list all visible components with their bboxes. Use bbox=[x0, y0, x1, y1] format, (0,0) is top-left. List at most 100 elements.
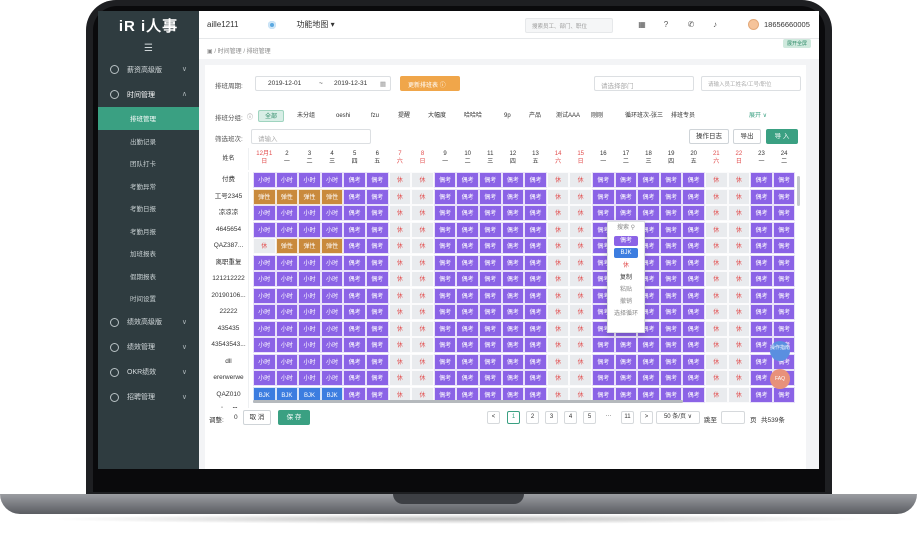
schedule-cell[interactable]: 偶考 bbox=[614, 188, 638, 205]
schedule-cell[interactable]: 休 bbox=[705, 287, 728, 304]
schedule-cell[interactable]: 小时 bbox=[298, 254, 321, 271]
schedule-cell[interactable]: 休 bbox=[411, 172, 434, 188]
schedule-cell[interactable]: 偶考 bbox=[343, 221, 366, 238]
schedule-cell[interactable]: 小时 bbox=[320, 287, 344, 304]
schedule-cell[interactable]: 偶考 bbox=[682, 304, 705, 320]
schedule-cell[interactable]: 偶考 bbox=[456, 172, 479, 188]
schedule-cell[interactable]: 休 bbox=[411, 188, 434, 205]
function-map-dropdown[interactable]: 功能地图 ▾ bbox=[296, 19, 334, 30]
date-range-picker[interactable]: 2019-12-01 ~ 2019-12-31 ▦ bbox=[255, 76, 391, 91]
schedule-cell[interactable]: 小时 bbox=[275, 254, 299, 271]
user-phone[interactable]: 18656660005 bbox=[764, 20, 810, 29]
schedule-cell[interactable]: 偶考 bbox=[479, 304, 502, 320]
schedule-cell[interactable]: 偶考 bbox=[637, 188, 660, 205]
group-tag-10[interactable]: 刚刚 bbox=[585, 110, 609, 122]
schedule-cell[interactable]: 偶考 bbox=[750, 254, 773, 271]
schedule-cell[interactable]: 偶考 bbox=[524, 337, 547, 353]
schedule-cell[interactable]: 偶考 bbox=[750, 386, 773, 403]
sidebar-group2-2[interactable]: OKR绩效 ∨ bbox=[98, 360, 199, 385]
sidebar-group2-1[interactable]: 绩效管理 ∨ bbox=[98, 335, 199, 360]
home-icon[interactable]: ▣ bbox=[207, 49, 213, 55]
schedule-cell[interactable]: 偶考 bbox=[750, 188, 773, 205]
schedule-cell[interactable]: 偶考 bbox=[524, 271, 547, 287]
schedule-cell[interactable]: 休 bbox=[705, 238, 728, 254]
schedule-cell[interactable]: 偶考 bbox=[343, 370, 366, 386]
schedule-cell[interactable]: 休 bbox=[705, 386, 728, 403]
schedule-cell[interactable]: 小时 bbox=[253, 205, 276, 221]
schedule-cell[interactable]: 偶考 bbox=[592, 172, 615, 188]
schedule-cell[interactable]: 休 bbox=[411, 221, 434, 238]
schedule-cell[interactable]: 休 bbox=[388, 188, 412, 205]
schedule-cell[interactable]: 休 bbox=[546, 172, 570, 188]
schedule-cell[interactable]: 偶考 bbox=[637, 337, 660, 353]
schedule-cell[interactable]: 偶考 bbox=[614, 370, 638, 386]
schedule-cell[interactable]: 偶考 bbox=[456, 320, 479, 337]
schedule-cell[interactable]: 休 bbox=[569, 287, 592, 304]
schedule-cell[interactable]: 休 bbox=[411, 254, 434, 271]
schedule-cell[interactable]: 偶考 bbox=[501, 205, 525, 221]
schedule-cell[interactable]: 休 bbox=[546, 238, 570, 254]
jump-page-input[interactable] bbox=[721, 411, 745, 424]
schedule-cell[interactable]: 休 bbox=[546, 320, 570, 337]
sidebar-group2-0[interactable]: 绩效高级版 ∨ bbox=[98, 310, 199, 335]
popup-option-rest[interactable]: 休 bbox=[608, 260, 644, 272]
schedule-cell[interactable]: 小时 bbox=[298, 221, 321, 238]
schedule-cell[interactable]: 偶考 bbox=[524, 188, 547, 205]
schedule-cell[interactable]: 休 bbox=[569, 353, 592, 370]
group-tag-4[interactable]: 提醒 bbox=[392, 110, 416, 122]
schedule-cell[interactable]: 偶考 bbox=[433, 238, 457, 254]
schedule-cell[interactable]: 偶考 bbox=[456, 205, 479, 221]
schedule-cell[interactable]: 偶考 bbox=[524, 370, 547, 386]
schedule-cell[interactable]: 偶考 bbox=[772, 304, 796, 320]
next-page-button[interactable]: > bbox=[640, 411, 653, 424]
sidebar-subitem-6[interactable]: 加班报表 bbox=[98, 242, 199, 265]
avatar[interactable] bbox=[748, 19, 759, 30]
schedule-cell[interactable]: 偶考 bbox=[366, 370, 389, 386]
schedule-cell[interactable]: 偶考 bbox=[479, 337, 502, 353]
schedule-cell[interactable]: 休 bbox=[705, 370, 728, 386]
schedule-cell[interactable]: 偶考 bbox=[614, 337, 638, 353]
page-button[interactable]: 5 bbox=[583, 411, 596, 424]
sidebar-subitem-7[interactable]: 假期报表 bbox=[98, 265, 199, 288]
global-search-input[interactable]: 搜索员工、部门、职位 bbox=[525, 18, 613, 33]
schedule-cell[interactable]: 偶考 bbox=[750, 320, 773, 337]
schedule-cell[interactable]: 偶考 bbox=[659, 254, 683, 271]
schedule-cell[interactable]: 偶考 bbox=[366, 238, 389, 254]
schedule-cell[interactable]: 小时 bbox=[298, 320, 321, 337]
group-tag-9[interactable]: 测试AAA bbox=[550, 110, 586, 122]
schedule-cell[interactable]: 偶考 bbox=[682, 238, 705, 254]
employee-search-input[interactable]: 请输入员工姓名/工号/职位 bbox=[701, 76, 801, 91]
schedule-cell[interactable]: 休 bbox=[253, 238, 276, 254]
schedule-cell[interactable]: 偶考 bbox=[659, 370, 683, 386]
schedule-cell[interactable]: 偶考 bbox=[343, 238, 366, 254]
schedule-cell[interactable]: 偶考 bbox=[433, 370, 457, 386]
schedule-cell[interactable]: 休 bbox=[388, 337, 412, 353]
page-button[interactable]: 2 bbox=[526, 411, 539, 424]
import-button[interactable]: 导 入 bbox=[766, 129, 798, 144]
schedule-cell[interactable]: 偶考 bbox=[343, 271, 366, 287]
schedule-cell[interactable]: 偶考 bbox=[479, 353, 502, 370]
schedule-cell[interactable]: 偶考 bbox=[659, 353, 683, 370]
schedule-cell[interactable]: 休 bbox=[388, 304, 412, 320]
schedule-cell[interactable]: 偶考 bbox=[750, 271, 773, 287]
expand-groups-link[interactable]: 展开 ∨ bbox=[749, 110, 767, 122]
schedule-cell[interactable]: 休 bbox=[411, 271, 434, 287]
sidebar-group-1[interactable]: 时间管理 ∧ bbox=[98, 82, 199, 107]
schedule-cell[interactable]: 偶考 bbox=[456, 353, 479, 370]
schedule-cell[interactable]: 偶考 bbox=[456, 188, 479, 205]
schedule-cell[interactable]: 小时 bbox=[320, 221, 344, 238]
schedule-cell[interactable]: 休 bbox=[569, 188, 592, 205]
schedule-cell[interactable]: 休 bbox=[705, 172, 728, 188]
schedule-cell[interactable]: 偶考 bbox=[479, 188, 502, 205]
schedule-cell[interactable]: 偶考 bbox=[524, 238, 547, 254]
schedule-cell[interactable]: 小时 bbox=[320, 205, 344, 221]
schedule-cell[interactable]: 小时 bbox=[253, 320, 276, 337]
popup-option-kq[interactable]: 偶考 bbox=[614, 236, 638, 246]
schedule-cell[interactable]: 偶考 bbox=[637, 205, 660, 221]
schedule-cell[interactable]: 休 bbox=[569, 320, 592, 337]
schedule-cell[interactable]: 弹性 bbox=[298, 188, 321, 205]
schedule-cell[interactable]: 偶考 bbox=[659, 238, 683, 254]
schedule-cell[interactable]: 休 bbox=[705, 320, 728, 337]
shift-filter-input[interactable]: 请输入 bbox=[251, 129, 371, 144]
schedule-cell[interactable]: 偶考 bbox=[433, 304, 457, 320]
